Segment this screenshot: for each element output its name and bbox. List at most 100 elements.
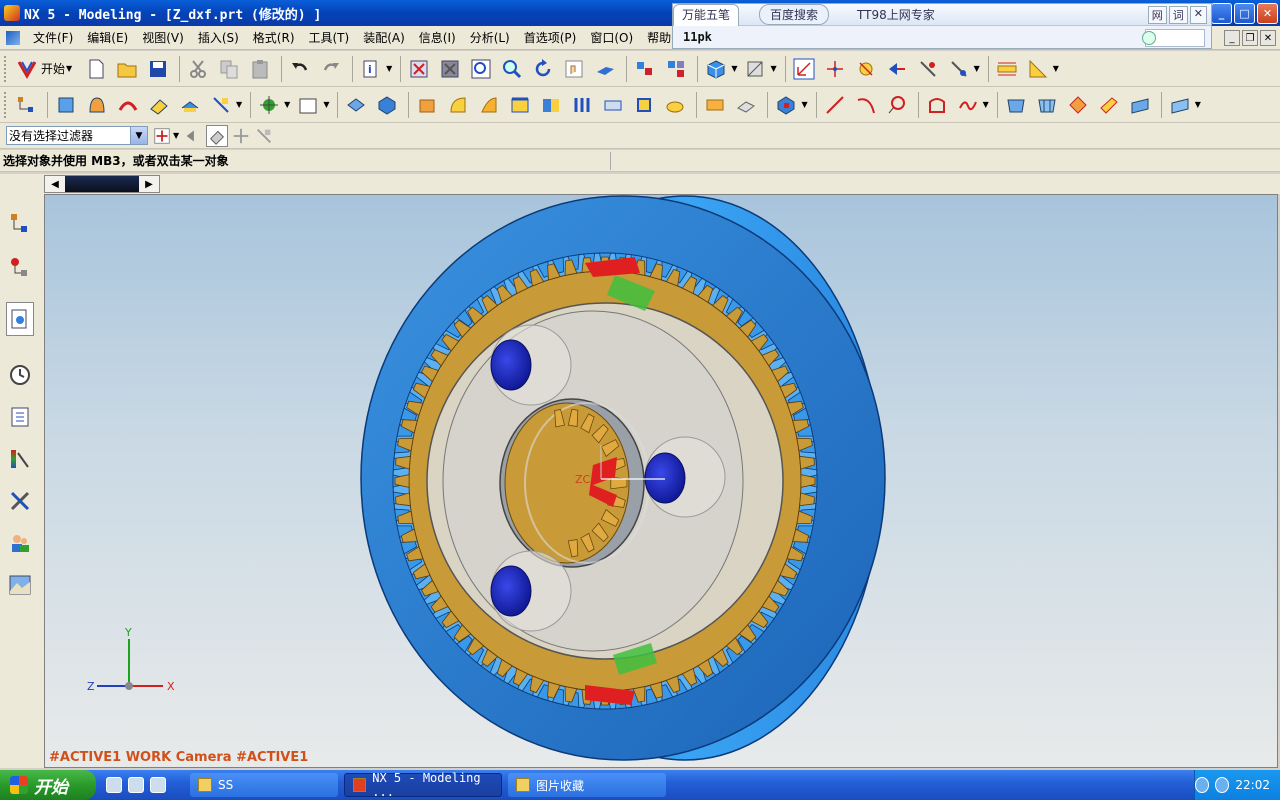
quick-launch-icon[interactable] [150, 777, 166, 793]
datum-axis-button[interactable] [207, 91, 235, 119]
through-mesh-button[interactable] [1033, 91, 1061, 119]
render-style-button[interactable] [631, 55, 659, 83]
system-scenes-button[interactable] [6, 568, 34, 602]
close-button[interactable]: ✕ [1257, 3, 1278, 24]
datum-plane-button[interactable] [176, 91, 204, 119]
menu-window[interactable]: 窗口(O) [583, 29, 640, 46]
process-studio-button[interactable] [6, 484, 34, 518]
ime-input-box[interactable] [1142, 29, 1205, 47]
swept-surface-button[interactable] [1064, 91, 1092, 119]
ime-word-button[interactable]: 词 [1168, 5, 1188, 24]
pattern-button[interactable] [630, 91, 658, 119]
bounded-plane-button[interactable] [1126, 91, 1154, 119]
quick-launch-icon[interactable] [106, 777, 122, 793]
start-menu-button[interactable]: 开始 ▼ [12, 55, 82, 83]
document-icon[interactable] [6, 30, 20, 45]
fit-view-button[interactable] [405, 55, 433, 83]
mdi-close-button[interactable]: ✕ [1260, 30, 1276, 46]
edge-blend-button[interactable] [413, 91, 441, 119]
split-body-button[interactable] [568, 91, 596, 119]
trim-body-button[interactable] [599, 91, 627, 119]
n-sided-button[interactable] [1095, 91, 1123, 119]
select-all-button[interactable] [183, 126, 203, 146]
part-navigator-tab[interactable] [6, 302, 34, 336]
block-button[interactable] [342, 91, 370, 119]
palette-button[interactable] [6, 442, 34, 476]
chamfer-button[interactable] [444, 91, 472, 119]
point-button[interactable] [255, 91, 283, 119]
selection-filter-dropdown[interactable]: 没有选择过滤器 ▼ [6, 126, 148, 145]
shell-button[interactable] [475, 91, 503, 119]
menu-analysis[interactable]: 分析(L) [463, 29, 517, 46]
taskbar-item-nx[interactable]: NX 5 - Modeling ... [344, 771, 502, 799]
revolve-button[interactable] [83, 91, 111, 119]
reset-filter-button[interactable] [206, 124, 229, 147]
ime-close-button[interactable]: ✕ [1189, 5, 1207, 24]
perspective-button[interactable] [591, 55, 619, 83]
ime-tt98-expert[interactable]: TT98上网专家 [857, 6, 935, 23]
planet-carrier[interactable] [426, 302, 784, 660]
redo-button[interactable] [317, 55, 345, 83]
undo-button[interactable] [286, 55, 314, 83]
new-file-button[interactable] [82, 55, 110, 83]
zoom-button[interactable] [498, 55, 526, 83]
menu-assembly[interactable]: 装配(A) [356, 29, 412, 46]
maximize-button[interactable]: □ [1234, 3, 1255, 24]
tube-button[interactable] [145, 91, 173, 119]
system-materials-button[interactable] [6, 400, 34, 434]
slider-thumb[interactable] [65, 176, 139, 192]
studio-spline-button[interactable] [923, 91, 951, 119]
wcs-origin-button[interactable] [821, 55, 849, 83]
wcs-save-button[interactable] [945, 55, 973, 83]
menu-insert[interactable]: 插入(S) [191, 29, 246, 46]
type-filter-button[interactable] [152, 126, 172, 146]
wcs-orient-button[interactable] [883, 55, 911, 83]
sew-button[interactable] [1166, 91, 1194, 119]
orient-view-button[interactable] [741, 55, 769, 83]
snap-point-button[interactable] [231, 126, 251, 146]
model-view[interactable]: ZC Y X Z [45, 195, 1278, 768]
move-object-button[interactable] [772, 91, 800, 119]
zoom-box-button[interactable] [467, 55, 495, 83]
menu-preferences[interactable]: 首选项(P) [517, 29, 584, 46]
toolbar-grip[interactable] [4, 91, 8, 118]
ime-tab-wubi[interactable]: 万能五笔 [673, 3, 740, 26]
unite-button[interactable] [373, 91, 401, 119]
extrude-button[interactable] [52, 91, 80, 119]
shaded-view-button[interactable] [702, 55, 730, 83]
circle-button[interactable] [883, 91, 911, 119]
measure-distance-button[interactable] [993, 55, 1021, 83]
zoom-window-button[interactable] [436, 55, 464, 83]
paste-button[interactable] [246, 55, 274, 83]
arc-button[interactable] [852, 91, 880, 119]
mdi-minimize-button[interactable]: _ [1224, 30, 1240, 46]
through-curves-button[interactable] [1002, 91, 1030, 119]
menu-edit[interactable]: 编辑(E) [80, 29, 135, 46]
menu-tools[interactable]: 工具(T) [302, 29, 357, 46]
assembly-navigator-button[interactable] [6, 206, 34, 240]
ime-toggle-icon[interactable] [1142, 31, 1156, 45]
offset-face-button[interactable] [537, 91, 565, 119]
snap-options-button[interactable] [254, 126, 274, 146]
chevron-right-icon[interactable]: ▶ [139, 176, 159, 192]
taskbar-item-ss[interactable]: SS [190, 773, 338, 797]
cut-button[interactable] [184, 55, 212, 83]
tray-arrow-icon[interactable] [1195, 777, 1210, 793]
mirror-button[interactable] [661, 91, 689, 119]
copy-button[interactable] [215, 55, 243, 83]
network-icon[interactable] [1215, 777, 1230, 793]
graphics-window[interactable]: ZC Y X Z #ACTIVE1 WORK Camera #ACTIVE1 [44, 194, 1278, 768]
ime-web-button[interactable]: 网 [1147, 5, 1167, 24]
wcs-button[interactable] [790, 55, 818, 83]
information-button[interactable]: i [357, 55, 385, 83]
line-button[interactable] [821, 91, 849, 119]
quick-launch-icon[interactable] [128, 777, 144, 793]
curve-button[interactable] [954, 91, 982, 119]
pan-button[interactable] [560, 55, 588, 83]
wcs-dynamic-button[interactable] [914, 55, 942, 83]
scale-body-button[interactable] [732, 91, 760, 119]
mdi-restore-button[interactable]: ❐ [1242, 30, 1258, 46]
menu-file[interactable]: 文件(F) [26, 29, 80, 46]
ime-baidu-search[interactable]: 百度搜索 [759, 4, 830, 25]
draft-button[interactable] [506, 91, 534, 119]
